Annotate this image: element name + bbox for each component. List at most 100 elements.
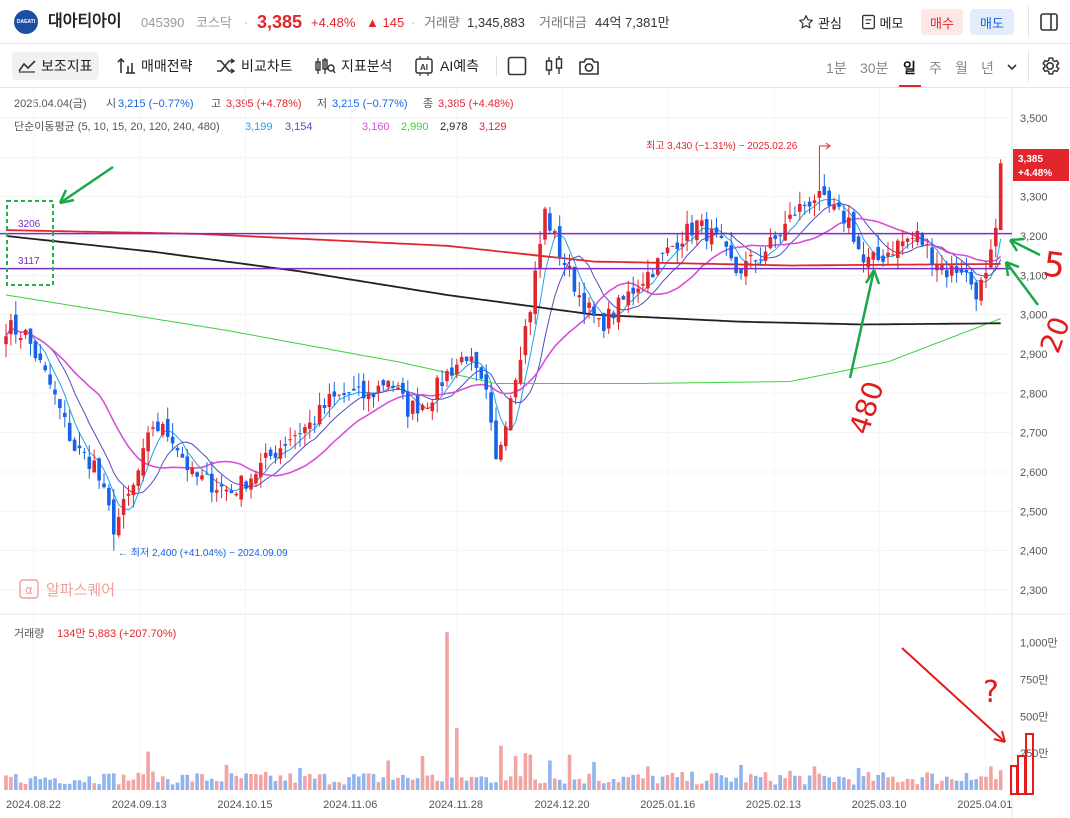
candle-body [352, 388, 356, 391]
header-divider [1028, 6, 1029, 38]
sell-button[interactable]: 매도 [970, 9, 1014, 35]
volume-bar [121, 774, 126, 790]
candle-body [224, 489, 229, 492]
candle-body [964, 269, 969, 273]
volume-highlight-2 [1017, 755, 1026, 795]
volume-bar [626, 777, 631, 790]
candle-body [406, 391, 410, 417]
candle-body [254, 474, 258, 484]
timeframe-active-underline [899, 85, 921, 87]
candle-body [126, 493, 131, 496]
candle-body [459, 357, 464, 363]
volume-bar [214, 780, 219, 790]
volume-bar [53, 778, 57, 790]
volume-bar [557, 779, 562, 790]
timeframe-month[interactable]: 월 [955, 58, 968, 78]
candle-body [268, 449, 273, 456]
volume-bar [283, 780, 288, 790]
analysis-button[interactable]: 지표분석 [314, 52, 393, 80]
volume-bar [445, 632, 449, 790]
candle-body [347, 392, 351, 394]
timeframe-year[interactable]: 년 [981, 58, 994, 78]
volume-bar [851, 784, 856, 790]
candle-body [969, 272, 974, 285]
candle-body [116, 516, 121, 536]
screenshot-button[interactable] [578, 56, 600, 76]
indicator-button[interactable]: 보조지표 [12, 52, 99, 80]
candle-body [606, 308, 611, 329]
panel-toggle-button[interactable] [1040, 13, 1058, 31]
ai-predict-button[interactable]: AI AI예측 [413, 52, 479, 80]
volume-bar [979, 776, 983, 790]
candle-body [479, 367, 484, 379]
strategy-label: 매매전략 [141, 58, 193, 74]
candle-body [357, 386, 361, 388]
market-label: 코스닥 [196, 15, 232, 30]
volume-bar [861, 776, 866, 790]
candle-body [842, 210, 846, 224]
candle-body [146, 432, 150, 452]
indicator-label: 보조지표 [41, 58, 93, 74]
chart-settings-button[interactable] [1039, 55, 1061, 77]
volume-bar [224, 764, 229, 790]
timeframe-day[interactable]: 일 [903, 58, 916, 78]
volume-bar [685, 780, 689, 790]
separator-dot: · [411, 15, 416, 30]
candle-body [87, 456, 92, 469]
volume-tick-label: 750만 [1020, 673, 1048, 686]
high-price-annotation: 최고 3,430 (−1.31%) − 2025.02.26 [646, 140, 798, 152]
stock-name[interactable]: 대아티아이 [48, 14, 122, 30]
volume-bar [876, 774, 880, 790]
buy-button[interactable]: 매수 [921, 9, 963, 35]
volume-bar [406, 777, 410, 790]
candle-body [572, 266, 577, 292]
timeframe-dropdown[interactable] [1005, 60, 1019, 74]
volume-bar [655, 783, 660, 790]
candle-body [141, 448, 145, 476]
candle-body [749, 255, 753, 257]
volume-bar [548, 760, 552, 790]
volume-bar [381, 777, 386, 790]
volume-bar [72, 780, 77, 790]
ma240-line [5, 235, 1001, 326]
stock-code: 045390 [141, 15, 185, 30]
volume-bar [219, 781, 224, 790]
timeframe-week[interactable]: 주 [929, 58, 942, 78]
volume-bar [856, 767, 861, 790]
memo-button[interactable]: 메모 [855, 9, 909, 35]
candle-body [53, 389, 57, 395]
candle-body [577, 295, 582, 298]
star-icon [799, 15, 813, 29]
ai-chip-icon: AI [415, 56, 433, 76]
timeframe-30min[interactable]: 30분 [860, 58, 888, 78]
green-arrow-1 [59, 165, 114, 205]
price-tick-label: 3,300 [1020, 192, 1048, 204]
watchlist-button[interactable]: 관심 [793, 9, 847, 35]
volume-bar [87, 776, 92, 790]
candle-body [361, 380, 366, 399]
volume-bar [807, 775, 812, 790]
volume-bar [48, 779, 52, 790]
candle-body [401, 382, 405, 394]
candle-type-button[interactable] [543, 55, 565, 77]
candle-body [185, 456, 190, 471]
current-price: 3,385 [257, 12, 303, 32]
price-chart[interactable]: 3,5003,4003,3003,2003,1003,0002,9002,800… [0, 88, 1070, 818]
candle-body [455, 364, 459, 375]
strategy-button[interactable]: 매매전략 [116, 52, 193, 80]
candle-body [435, 377, 439, 400]
volume-bar [440, 781, 444, 790]
volume-bar [415, 778, 420, 790]
volume-bar [954, 780, 959, 790]
timeframe-1min[interactable]: 1분 [826, 58, 847, 78]
drawing-box-button[interactable] [507, 56, 527, 76]
compare-button[interactable]: 비교차트 [216, 52, 293, 80]
volume-bar [234, 775, 239, 790]
volume-bar [847, 779, 851, 790]
volume-bar [489, 782, 493, 790]
candle-body [14, 314, 18, 335]
chevron-down-icon [1007, 64, 1017, 71]
volume-bar [935, 783, 939, 790]
volume-bar [597, 780, 601, 790]
upper-line-label: 3206 [18, 219, 41, 230]
